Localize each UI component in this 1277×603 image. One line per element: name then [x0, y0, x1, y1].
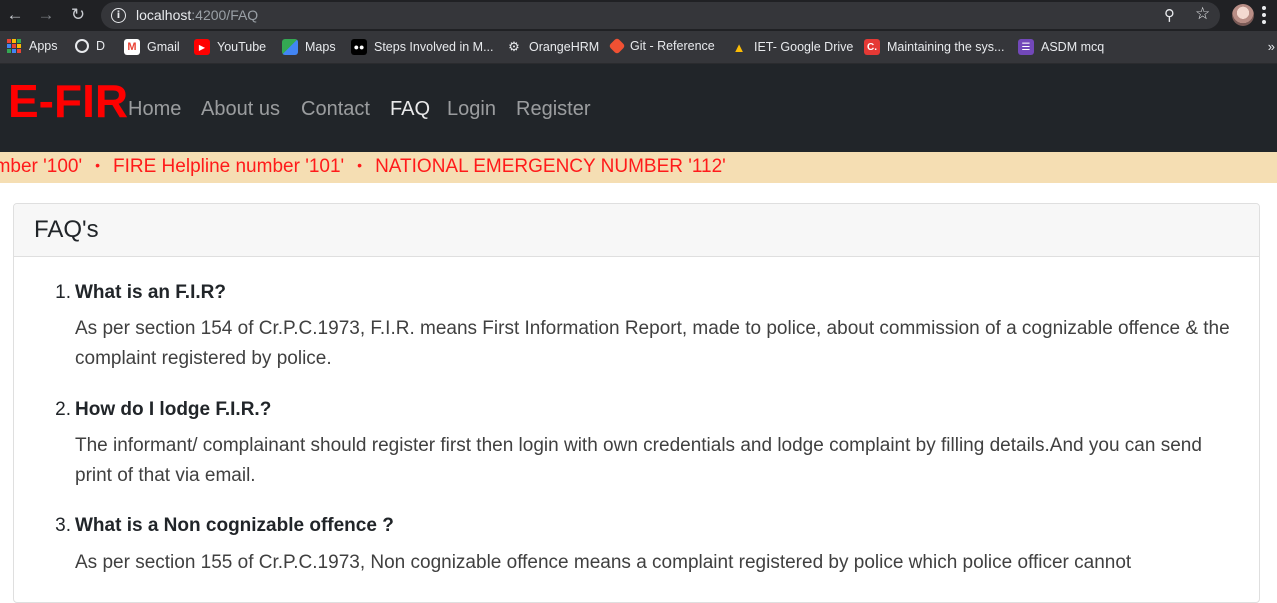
- bookmark-gmail[interactable]: M Gmail: [124, 39, 180, 55]
- faq-answer: The informant/ complainant should regist…: [75, 435, 1202, 486]
- bookmark-label: Maps: [305, 40, 336, 54]
- bookmark-maintaining[interactable]: C. Maintaining the sys...: [864, 39, 1004, 55]
- ticker-item: NATIONAL EMERGENCY NUMBER '112': [375, 156, 726, 177]
- bookmark-d[interactable]: D: [75, 39, 105, 53]
- bookmark-label: Steps Involved in M...: [374, 40, 494, 54]
- emergency-ticker: umber '100' • FIRE Helpline number '101' • N…: [0, 152, 1277, 183]
- faq-question: 3. What is a Non cognizable offence ?: [55, 515, 394, 537]
- bookmarks-bar: Apps D M Gmail ▶ YouTube Maps ●● Steps I…: [0, 31, 1277, 64]
- maps-icon: [282, 39, 298, 55]
- faq-question-text: How do I lodge F.I.R.?: [75, 399, 272, 420]
- bookmark-label: YouTube: [217, 40, 267, 54]
- url-host: localhost: [136, 7, 192, 23]
- youtube-icon: ▶: [194, 39, 210, 55]
- forward-arrow-icon[interactable]: →: [35, 4, 57, 26]
- nav-faq[interactable]: FAQ: [390, 98, 430, 121]
- bookmark-label: Maintaining the sys...: [887, 40, 1005, 54]
- ticker-separator: •: [357, 157, 363, 173]
- menu-dots-icon[interactable]: [1262, 6, 1266, 24]
- bookmark-maps[interactable]: Maps: [282, 39, 336, 55]
- orangehrm-icon: ⚙: [508, 39, 520, 54]
- faq-number: 2.: [55, 399, 71, 420]
- ticker-item: umber '100': [0, 156, 83, 177]
- nav-contact[interactable]: Contact: [301, 98, 370, 121]
- ticker-text: umber '100' • FIRE Helpline number '101' • N…: [0, 156, 726, 178]
- url-text[interactable]: localhost:4200/FAQ: [136, 7, 258, 23]
- faq-card: FAQ's 1. What is an F.I.R? As per sectio…: [13, 203, 1260, 603]
- faq-question-text: What is a Non cognizable offence ?: [75, 515, 394, 536]
- bookmark-label: D: [96, 39, 106, 53]
- gmail-icon: M: [124, 39, 140, 55]
- c-icon: C.: [864, 39, 880, 55]
- nav-about-us[interactable]: About us: [201, 98, 280, 121]
- bookmark-label: IET- Google Drive: [754, 40, 854, 54]
- bookmark-orangehrm[interactable]: ⚙ OrangeHRM: [506, 39, 599, 55]
- bookmark-label: ASDM mcq: [1041, 40, 1105, 54]
- back-arrow-icon[interactable]: ←: [4, 4, 26, 26]
- faq-question-text: What is an F.I.R?: [75, 282, 226, 303]
- faq-answer: As per section 154 of Cr.P.C.1973, F.I.R…: [75, 318, 1230, 369]
- bookmark-asdm[interactable]: ☰ ASDM mcq: [1018, 39, 1104, 55]
- ticker-separator: •: [95, 157, 100, 173]
- browser-toolbar: ← → ↻ i localhost:4200/FAQ ⚲ ☆: [0, 0, 1277, 31]
- medium-icon: ●●: [351, 39, 367, 55]
- bookmark-label: Git - Reference: [630, 39, 715, 53]
- google-drive-icon: ▲: [732, 39, 746, 55]
- globe-icon: [75, 39, 89, 53]
- faq-question: 1. What is an F.I.R?: [55, 282, 226, 304]
- faq-number: 1.: [55, 282, 71, 303]
- faq-card-header: FAQ's: [14, 204, 1259, 257]
- apps-grid-icon: [7, 39, 21, 53]
- zoom-icon[interactable]: ⚲: [1164, 6, 1175, 24]
- nav-login[interactable]: Login: [447, 98, 496, 121]
- bookmark-steps[interactable]: ●● Steps Involved in M...: [351, 39, 494, 55]
- faq-answer: As per section 155 of Cr.P.C.1973, Non c…: [75, 552, 1132, 573]
- ticker-item: FIRE Helpline number '101': [113, 156, 345, 177]
- bookmark-label: Apps: [29, 39, 58, 53]
- git-icon: [608, 37, 626, 55]
- profile-avatar[interactable]: [1232, 4, 1254, 26]
- bookmark-label: OrangeHRM: [529, 40, 600, 54]
- info-icon[interactable]: i: [111, 8, 126, 23]
- bookmark-youtube[interactable]: ▶ YouTube: [194, 39, 266, 55]
- address-bar[interactable]: i localhost:4200/FAQ ⚲ ☆: [101, 2, 1220, 29]
- bookmark-git[interactable]: Git - Reference: [608, 37, 715, 55]
- brand-logo[interactable]: E-FIR: [8, 74, 128, 128]
- url-path: :4200/FAQ: [191, 7, 259, 23]
- faq-title: FAQ's: [34, 216, 99, 243]
- bookmark-label: Gmail: [147, 40, 180, 54]
- chevron-right-icon[interactable]: »: [1268, 39, 1275, 54]
- nav-register[interactable]: Register: [516, 98, 590, 121]
- bookmark-apps[interactable]: Apps: [7, 39, 58, 53]
- bookmark-iet-drive[interactable]: ▲ IET- Google Drive: [731, 39, 854, 55]
- star-icon[interactable]: ☆: [1195, 4, 1210, 24]
- faq-question: 2. How do I lodge F.I.R.?: [55, 399, 272, 421]
- nav-home[interactable]: Home: [128, 98, 181, 121]
- reload-icon[interactable]: ↻: [67, 4, 89, 26]
- forms-icon: ☰: [1018, 39, 1034, 55]
- site-navbar: E-FIR Home About us Contact FAQ Login Re…: [0, 64, 1277, 152]
- faq-number: 3.: [55, 515, 71, 536]
